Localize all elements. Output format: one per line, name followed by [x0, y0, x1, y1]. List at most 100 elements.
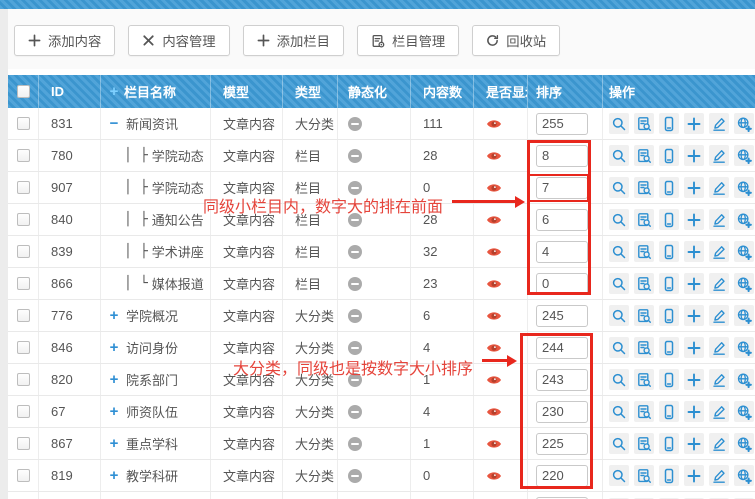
sort-input[interactable]	[536, 241, 588, 263]
mobile-icon[interactable]	[659, 369, 679, 390]
doc-preview-icon[interactable]	[634, 369, 654, 390]
preview-icon[interactable]	[609, 241, 629, 262]
preview-icon[interactable]	[609, 369, 629, 390]
site-icon[interactable]	[734, 113, 754, 134]
add-sub-icon[interactable]	[684, 145, 704, 166]
preview-icon[interactable]	[609, 273, 629, 294]
preview-icon[interactable]	[609, 465, 629, 486]
site-icon[interactable]	[734, 337, 754, 358]
add-sub-icon[interactable]	[684, 209, 704, 230]
site-icon[interactable]	[734, 273, 754, 294]
add-sub-icon[interactable]	[684, 433, 704, 454]
row-name[interactable]: − 新闻资讯	[100, 108, 210, 139]
column-name-text[interactable]: 通知公告	[152, 210, 204, 229]
sort-input[interactable]	[536, 465, 588, 487]
mobile-icon[interactable]	[659, 177, 679, 198]
static-disabled-icon[interactable]	[348, 309, 362, 323]
visible-eye-icon[interactable]	[486, 150, 502, 162]
mobile-icon[interactable]	[659, 113, 679, 134]
doc-preview-icon[interactable]	[634, 145, 654, 166]
column-name-text[interactable]: 学院动态	[152, 178, 204, 197]
edit-icon[interactable]	[709, 337, 729, 358]
site-icon[interactable]	[734, 241, 754, 262]
visible-eye-icon[interactable]	[486, 438, 502, 450]
add-sub-icon[interactable]	[684, 241, 704, 262]
select-all-checkbox[interactable]	[17, 85, 30, 98]
static-disabled-icon[interactable]	[348, 437, 362, 451]
mobile-icon[interactable]	[659, 305, 679, 326]
site-icon[interactable]	[734, 145, 754, 166]
visible-eye-icon[interactable]	[486, 182, 502, 194]
doc-preview-icon[interactable]	[634, 209, 654, 230]
add-content-button[interactable]: 添加内容	[14, 25, 115, 56]
column-name-text[interactable]: 访问身份	[126, 338, 178, 357]
static-disabled-icon[interactable]	[348, 117, 362, 131]
add-sub-icon[interactable]	[684, 369, 704, 390]
mobile-icon[interactable]	[659, 145, 679, 166]
visible-eye-icon[interactable]	[486, 278, 502, 290]
preview-icon[interactable]	[609, 433, 629, 454]
site-icon[interactable]	[734, 209, 754, 230]
sort-input[interactable]	[536, 273, 588, 295]
row-name[interactable]: + 重点学科	[100, 428, 210, 459]
doc-preview-icon[interactable]	[634, 241, 654, 262]
row-checkbox[interactable]	[17, 341, 30, 354]
doc-preview-icon[interactable]	[634, 337, 654, 358]
doc-preview-icon[interactable]	[634, 177, 654, 198]
expand-toggle-icon[interactable]: +	[107, 467, 121, 484]
row-checkbox[interactable]	[17, 469, 30, 482]
preview-icon[interactable]	[609, 209, 629, 230]
visible-eye-icon[interactable]	[486, 406, 502, 418]
visible-eye-icon[interactable]	[486, 118, 502, 130]
sort-input[interactable]	[536, 145, 588, 167]
visible-eye-icon[interactable]	[486, 470, 502, 482]
site-icon[interactable]	[734, 369, 754, 390]
visible-eye-icon[interactable]	[486, 310, 502, 322]
add-sub-icon[interactable]	[684, 465, 704, 486]
mobile-icon[interactable]	[659, 273, 679, 294]
expand-toggle-icon[interactable]: +	[107, 371, 121, 388]
add-sub-icon[interactable]	[684, 305, 704, 326]
row-checkbox[interactable]	[17, 405, 30, 418]
column-name-text[interactable]: 学术讲座	[152, 242, 204, 261]
row-name[interactable]: + 访问身份	[100, 332, 210, 363]
sort-input[interactable]	[536, 113, 588, 135]
column-name-text[interactable]: 师资队伍	[126, 402, 178, 421]
row-name[interactable]: + 学院概况	[100, 300, 210, 331]
row-name[interactable]: │ ├ 通知公告	[100, 204, 210, 235]
add-sub-icon[interactable]	[684, 177, 704, 198]
expand-all-icon[interactable]: +	[107, 83, 121, 100]
static-disabled-icon[interactable]	[348, 405, 362, 419]
column-name-text[interactable]: 重点学科	[126, 434, 178, 453]
site-icon[interactable]	[734, 433, 754, 454]
content-manage-button[interactable]: 内容管理	[128, 25, 229, 56]
row-name[interactable]: + 师资队伍	[100, 396, 210, 427]
static-disabled-icon[interactable]	[348, 181, 362, 195]
row-name[interactable]: + 院系部门	[100, 364, 210, 395]
row-checkbox[interactable]	[17, 149, 30, 162]
edit-icon[interactable]	[709, 177, 729, 198]
sort-input[interactable]	[536, 305, 588, 327]
doc-preview-icon[interactable]	[634, 113, 654, 134]
sort-input[interactable]	[536, 369, 588, 391]
edit-icon[interactable]	[709, 433, 729, 454]
add-sub-icon[interactable]	[684, 337, 704, 358]
row-name[interactable]: │ └ 媒体报道	[100, 268, 210, 299]
edit-icon[interactable]	[709, 305, 729, 326]
doc-preview-icon[interactable]	[634, 305, 654, 326]
expand-toggle-icon[interactable]: +	[107, 435, 121, 452]
mobile-icon[interactable]	[659, 465, 679, 486]
site-icon[interactable]	[734, 305, 754, 326]
column-manage-button[interactable]: 栏目管理	[357, 25, 459, 56]
header-id[interactable]: ID	[38, 75, 100, 108]
doc-preview-icon[interactable]	[634, 465, 654, 486]
row-checkbox[interactable]	[17, 245, 30, 258]
add-sub-icon[interactable]	[684, 401, 704, 422]
sort-input[interactable]	[536, 337, 588, 359]
sort-input[interactable]	[536, 209, 588, 231]
preview-icon[interactable]	[609, 177, 629, 198]
add-sub-icon[interactable]	[684, 113, 704, 134]
mobile-icon[interactable]	[659, 401, 679, 422]
column-name-text[interactable]: 教学科研	[126, 466, 178, 485]
row-name[interactable]: │ ├ 学院动态	[100, 140, 210, 171]
